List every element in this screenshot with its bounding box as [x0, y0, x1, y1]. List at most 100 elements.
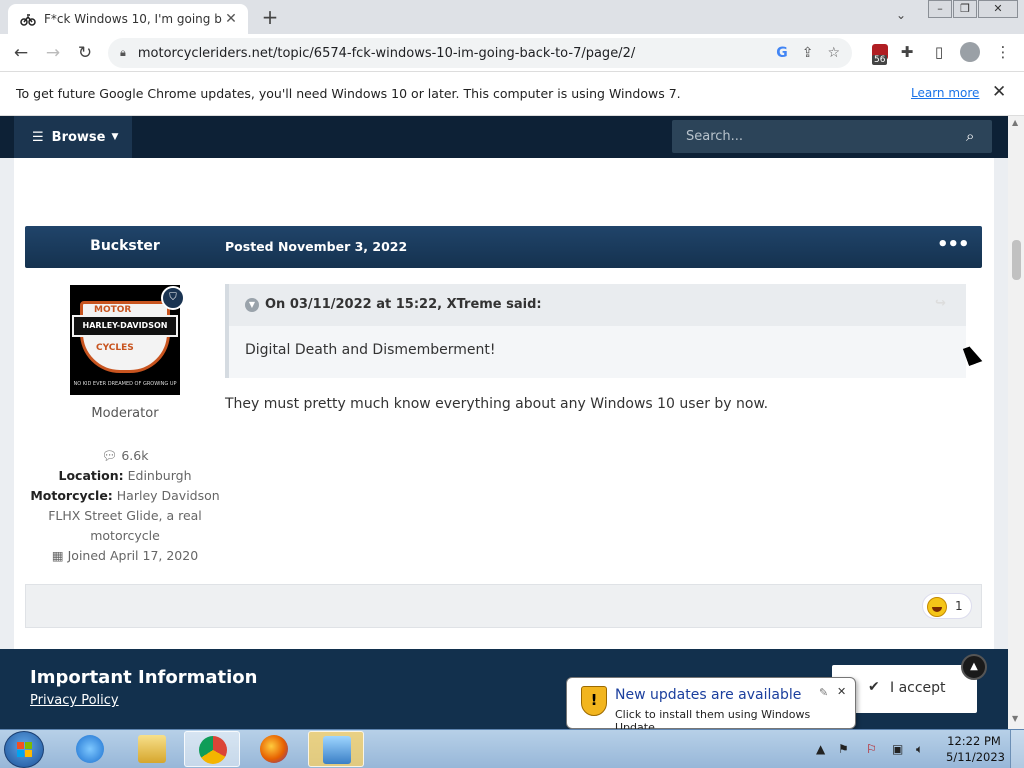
tray-expand-icon[interactable]: ▲: [816, 742, 825, 756]
scroll-down-icon[interactable]: ▼: [1012, 714, 1018, 723]
infobar-close-icon[interactable]: ✕: [992, 82, 1006, 102]
extensions-puzzle-icon[interactable]: ✚: [896, 43, 918, 65]
clock-time: 12:22 PM: [947, 734, 1001, 748]
taskbar-explorer[interactable]: [124, 731, 180, 767]
show-desktop-button[interactable]: [1010, 730, 1024, 768]
post-date: Posted November 3, 2022: [225, 239, 407, 254]
tab-search-chevron-icon[interactable]: ⌄: [896, 8, 906, 22]
logo-tagline: NO KID EVER DREAMED OF GROWING UP: [73, 381, 177, 387]
restore-window-button[interactable]: ❐: [953, 0, 977, 18]
post-container: Buckster Posted November 3, 2022 ••• MOT…: [14, 158, 994, 729]
windows-update-notification[interactable]: ! New updates are available Click to ins…: [566, 677, 856, 734]
profile-avatar[interactable]: [960, 42, 980, 62]
browse-menu-button[interactable]: ☰ Browse ▼: [14, 116, 132, 158]
windows-logo-yellow: [25, 750, 32, 757]
windows-logo-red: [17, 742, 24, 749]
motorcycle-favicon-icon: [20, 14, 36, 26]
scroll-top-icon[interactable]: ▲: [961, 654, 987, 680]
tray-volume-icon[interactable]: 🔈︎: [916, 742, 923, 757]
taskbar-chrome[interactable]: [184, 731, 240, 767]
close-window-button[interactable]: ✕: [978, 0, 1018, 18]
taskbar-internet-explorer[interactable]: [62, 731, 118, 767]
side-panel-icon[interactable]: ▯: [928, 43, 950, 65]
learn-more-link[interactable]: Learn more: [911, 86, 979, 100]
reload-icon[interactable]: ↻: [74, 42, 96, 64]
chrome-update-infobar: To get future Google Chrome updates, you…: [0, 72, 1024, 116]
laughing-emoji-icon: [927, 597, 947, 617]
browse-label: Browse: [51, 129, 106, 145]
options-wrench-icon[interactable]: ✎: [819, 686, 828, 699]
post-more-icon[interactable]: •••: [937, 234, 970, 255]
scroll-up-icon[interactable]: ▲: [1012, 118, 1018, 127]
calendar-icon: ▦: [51, 548, 64, 563]
post-footer: 1: [25, 584, 982, 628]
location-row: Location: Edinburgh: [25, 466, 225, 486]
notice-title: Important Information: [30, 667, 258, 688]
windows-logo-blue: [17, 750, 24, 757]
windows-logo-green: [25, 742, 32, 749]
page-viewport: ☰ Browse ▼ ⌕ Buckster Posted November 3,…: [0, 116, 1008, 729]
back-arrow-icon[interactable]: ←: [10, 42, 32, 64]
tray-update-icon[interactable]: ⚑: [838, 742, 849, 756]
checkmark-icon: ✔: [868, 679, 880, 695]
notification-close-icon[interactable]: ✕: [837, 685, 846, 698]
minimize-window-button[interactable]: –: [928, 0, 952, 18]
posted-date: November 3, 2022: [277, 239, 408, 254]
motorcycle-label: Motorcycle:: [30, 488, 113, 503]
cookie-notice: Important Information Privacy Policy ✔ I…: [0, 649, 1008, 729]
control-panel-icon: [323, 736, 351, 764]
chrome-menu-icon[interactable]: ⋮: [992, 43, 1014, 65]
site-search: ⌕: [672, 120, 992, 153]
quote-collapse-icon[interactable]: ▼: [245, 298, 259, 312]
post-author[interactable]: Buckster: [25, 238, 225, 254]
comment-icon: 💬︎: [101, 448, 118, 463]
author-role: Moderator: [91, 406, 159, 421]
site-navbar: ☰ Browse ▼ ⌕: [0, 116, 1008, 158]
reaction-button[interactable]: 1: [922, 593, 972, 619]
clock-date: 5/11/2023: [946, 750, 1005, 764]
location-value: Edinburgh: [127, 468, 192, 483]
address-bar[interactable]: 🔒︎ motorcycleriders.net/topic/6574-fck-w…: [108, 38, 852, 68]
taskbar-firefox[interactable]: [246, 731, 302, 767]
post-header: Buckster Posted November 3, 2022 •••: [25, 226, 982, 268]
search-icon[interactable]: ⌕: [966, 127, 974, 145]
quote-header[interactable]: ▼ On 03/11/2022 at 15:22, XTreme said: ↪: [229, 284, 966, 326]
share-icon[interactable]: ⇪: [802, 45, 814, 61]
address-url[interactable]: motorcycleriders.net/topic/6574-fck-wind…: [138, 46, 762, 61]
quote-link-icon[interactable]: ↪: [935, 296, 946, 311]
posted-label: Posted: [225, 239, 274, 254]
caret-down-icon: ▼: [111, 132, 119, 142]
forward-arrow-icon[interactable]: →: [42, 42, 64, 64]
tab-close-icon[interactable]: ✕: [222, 11, 240, 27]
quote-body: Digital Death and Dismemberment!: [245, 342, 496, 358]
system-clock[interactable]: 12:22 PM 5/11/2023: [946, 733, 1005, 765]
page-scrollbar[interactable]: ▲ ▼: [1008, 116, 1024, 729]
tab-strip: F*ck Windows 10, I'm going back ✕ + ⌄ – …: [0, 0, 1024, 34]
motorcycle-row: Motorcycle: Harley Davidson FLHX Street …: [25, 486, 225, 546]
logo-top-text: MOTOR: [94, 305, 132, 315]
moderator-shield-icon: ⛉: [161, 286, 185, 310]
bookmark-star-icon[interactable]: ☆: [827, 45, 840, 61]
google-lens-icon[interactable]: G: [776, 45, 788, 61]
firefox-icon: [260, 735, 288, 763]
tray-network-icon[interactable]: ▣: [892, 742, 903, 756]
reputation-count: 6.6k: [121, 448, 149, 463]
taskbar-control-panel[interactable]: [308, 731, 364, 767]
infobar-message: To get future Google Chrome updates, you…: [16, 86, 681, 101]
tray-action-center-icon[interactable]: ⚐: [866, 742, 877, 756]
author-stats: 💬︎ 6.6k Location: Edinburgh Motorcycle: …: [25, 446, 225, 566]
scrollbar-thumb[interactable]: [1012, 240, 1021, 280]
post-body: They must pretty much know everything ab…: [225, 396, 769, 412]
quote-citation: On 03/11/2022 at 15:22, XTreme said:: [265, 297, 542, 312]
notification-title: New updates are available: [615, 687, 802, 703]
new-tab-icon[interactable]: +: [258, 6, 282, 30]
warning-shield-icon: !: [581, 686, 607, 716]
browser-tab[interactable]: F*ck Windows 10, I'm going back ✕: [8, 4, 248, 34]
start-button[interactable]: [4, 731, 44, 768]
lock-icon: 🔒︎: [120, 46, 126, 59]
search-input[interactable]: [672, 120, 956, 153]
location-label: Location:: [58, 468, 124, 483]
accept-label: I accept: [890, 680, 946, 696]
browser-toolbar: ← → ↻ 🔒︎ motorcycleriders.net/topic/6574…: [0, 34, 1024, 72]
privacy-policy-link[interactable]: Privacy Policy: [30, 693, 119, 708]
